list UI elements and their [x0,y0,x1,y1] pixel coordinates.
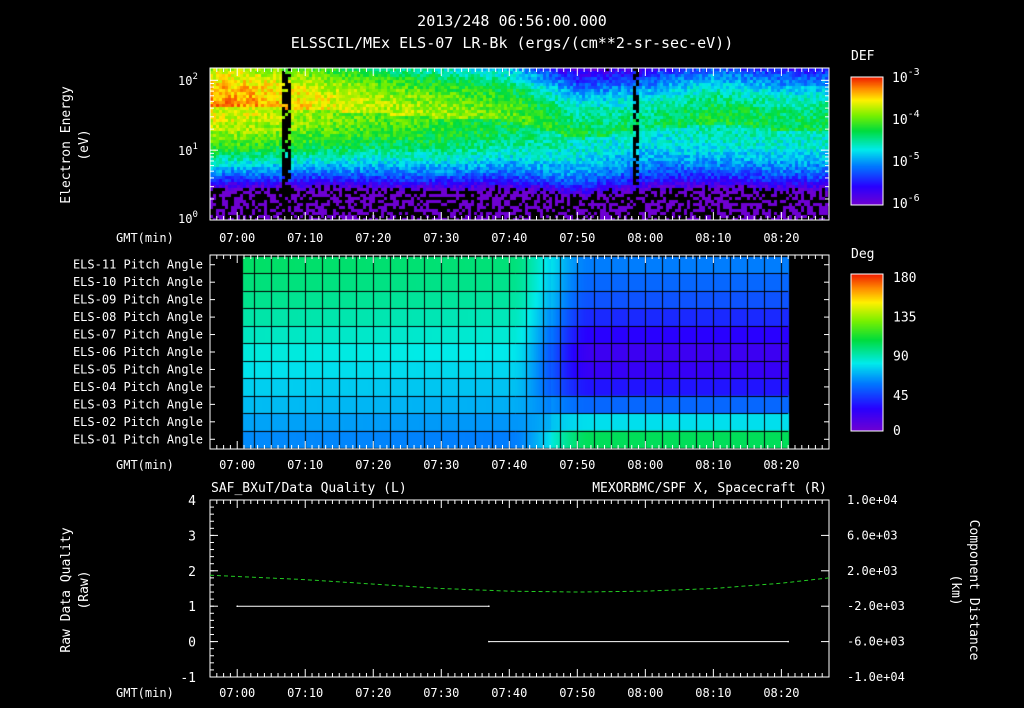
pitch-angle-row-labels: ELS-11 Pitch Angle ELS-10 Pitch Angle ELS-… [73,258,203,447]
def-tick-1e-5: 10-5 [892,151,920,170]
deg-colorbar-title: Deg [851,247,874,262]
distance-tick-label: 1.0e+04 [847,493,898,507]
data-quality-point [236,605,239,607]
line-plot-series [209,574,830,643]
energy-tick-labels: 102 101 100 [178,72,198,226]
distance-tick-labels: 1.0e+04 6.0e+03 2.0e+03 -2.0e+03 -6.0e+03 -1.… [847,493,905,684]
time-tick-label: 08:20 [763,458,799,472]
deg-colorbar-frame [850,273,884,432]
pitch-angle-row-label: ELS-01 Pitch Angle [73,432,203,446]
pitch-angle-row-label: ELS-02 Pitch Angle [73,415,203,429]
time-tick-label: 07:00 [219,686,255,700]
energy-tick-1e1: 101 [178,142,198,158]
deg-colorbar-tick: 0 [893,424,901,439]
time-tick-label: 07:40 [491,686,527,700]
def-colorbar-frame [850,76,884,206]
deg-colorbar-labels: 180 135 90 45 0 [893,271,916,439]
quality-tick-label: 3 [188,529,196,544]
time-tick-label: 07:30 [423,458,459,472]
time-axis-label: GMT(min) [116,686,174,700]
data-quality-point [488,605,490,607]
axes-overlay: Electron Energy (eV) 102 101 100 DEF 10-… [59,49,981,700]
distance-tick-label: -2.0e+03 [847,599,905,613]
quality-tick-labels: 4 3 2 1 0 -1 [180,494,196,686]
axis-ticks [209,68,884,678]
deg-colorbar-tick: 180 [893,271,916,286]
pitch-angle-row-label: ELS-10 Pitch Angle [73,275,203,289]
energy-axis-unit: (eV) [77,129,92,160]
time-axis-label: GMT(min) [116,231,174,245]
quality-tick-label: 4 [188,494,196,509]
deg-colorbar-tick: 45 [893,389,909,404]
def-tick-1e-4: 10-4 [892,109,920,128]
pitch-angle-row-label: ELS-11 Pitch Angle [73,258,203,272]
time-tick-label: 08:20 [763,231,799,245]
distance-tick-label: 2.0e+03 [847,564,898,578]
time-tick-label: 07:50 [559,686,595,700]
quality-panel-title: SAF_BXuT/Data Quality (L) [211,481,407,496]
axis-frames [209,67,830,678]
quality-tick-label: 0 [188,636,196,651]
energy-tick-1e2: 102 [178,72,198,88]
distance-tick-label: 6.0e+03 [847,528,898,542]
distance-axis-label: Component Distance [966,520,981,661]
time-tick-label: 08:00 [627,458,663,472]
time-axis-2: GMT(min) 07:00 07:10 07:20 07:30 07:40 07:50 0… [116,458,799,472]
pitch-angle-row-label: ELS-03 Pitch Angle [73,397,203,411]
time-tick-label: 08:10 [695,458,731,472]
time-tick-label: 07:20 [355,458,391,472]
time-tick-label: 07:20 [355,231,391,245]
distance-tick-label: -6.0e+03 [847,635,905,649]
quality-tick-label: 2 [188,565,196,580]
distance-tick-label: -1.0e+04 [847,670,905,684]
time-tick-label: 08:00 [627,686,663,700]
time-tick-label: 07:30 [423,686,459,700]
time-tick-label: 07:10 [287,231,323,245]
deg-colorbar-tick: 135 [893,310,916,325]
def-tick-1e-3: 10-3 [892,67,920,86]
time-tick-label: 08:10 [695,686,731,700]
panel-frame-3 [209,499,830,678]
time-axis-label: GMT(min) [116,458,174,472]
panel-frame-1 [209,67,830,221]
quality-tick-label: -1 [180,671,196,686]
def-colorbar-title: DEF [851,49,875,64]
time-tick-label: 07:00 [219,458,255,472]
def-colorbar-labels: 10-3 10-4 10-5 10-6 [892,67,920,212]
spacecraft-x-line [209,574,830,593]
time-tick-label: 07:10 [287,686,323,700]
time-tick-label: 07:50 [559,231,595,245]
pitch-angle-row-label: ELS-06 Pitch Angle [73,345,203,359]
pitch-angle-row-label: ELS-05 Pitch Angle [73,362,203,376]
spacecraft-panel-title: MEXORBMC/SPF X, Spacecraft (R) [592,481,827,496]
time-tick-label: 07:50 [559,458,595,472]
pitch-angle-row-label: ELS-07 Pitch Angle [73,328,203,342]
time-tick-label: 07:40 [491,231,527,245]
time-tick-label: 08:00 [627,231,663,245]
quality-axis-unit: (Raw) [77,570,92,609]
pitch-angle-row-label: ELS-04 Pitch Angle [73,380,203,394]
time-tick-label: 07:20 [355,686,391,700]
time-tick-label: 07:40 [491,458,527,472]
data-quality-point [787,640,789,643]
quality-tick-label: 1 [188,600,196,615]
panel-frame-2 [209,254,830,450]
distance-axis-unit: (km) [948,574,963,605]
pitch-angle-row-label: ELS-08 Pitch Angle [73,310,203,324]
time-tick-label: 08:20 [763,686,799,700]
time-axis-3: GMT(min) 07:00 07:10 07:20 07:30 07:40 07:50 0… [116,686,799,700]
energy-tick-1e0: 100 [178,210,198,226]
energy-axis-label: Electron Energy [59,86,74,204]
pitch-angle-row-label: ELS-09 Pitch Angle [73,293,203,307]
time-tick-label: 07:00 [219,231,255,245]
time-tick-label: 08:10 [695,231,731,245]
time-tick-label: 07:10 [287,458,323,472]
quality-axis-label: Raw Data Quality [59,527,74,652]
time-tick-label: 07:30 [423,231,459,245]
deg-colorbar-tick: 90 [893,350,909,365]
data-quality-point [488,640,490,643]
def-tick-1e-6: 10-6 [892,193,920,212]
time-axis-1: GMT(min) 07:00 07:10 07:20 07:30 07:40 07:50 0… [116,231,799,245]
